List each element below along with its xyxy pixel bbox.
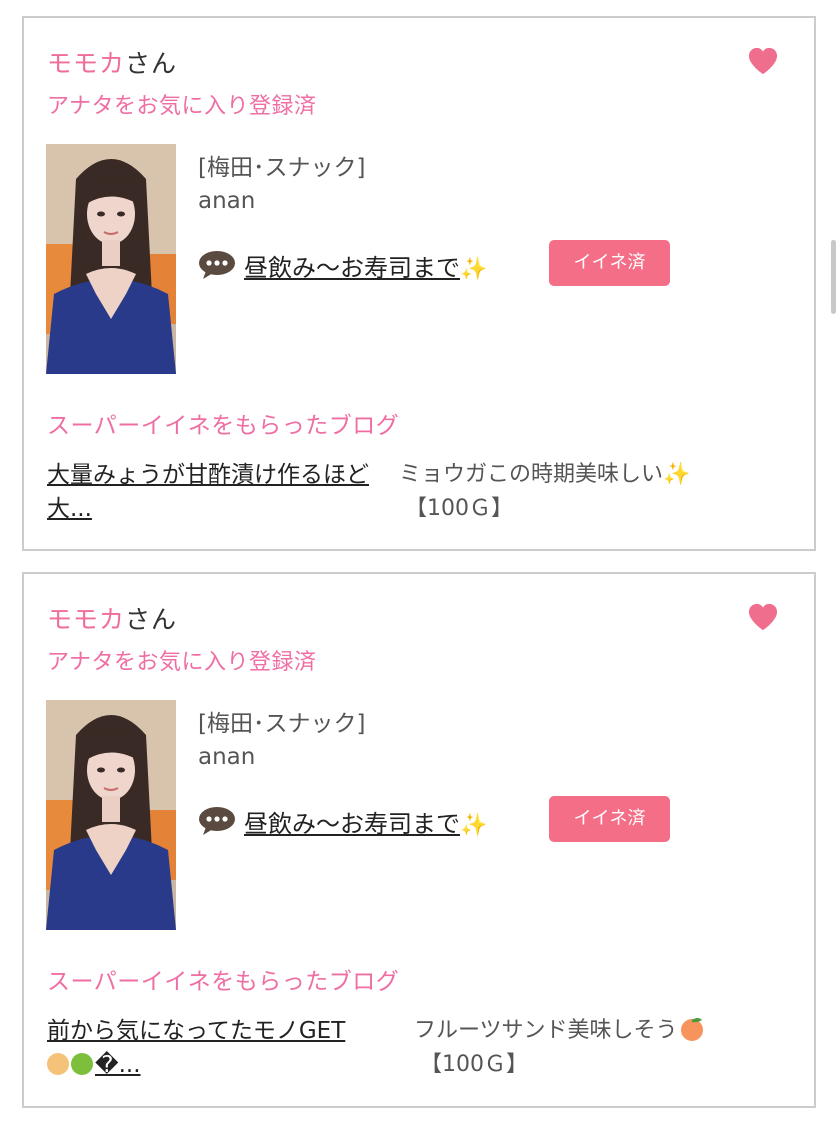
shop-label: [梅田･スナック] (198, 155, 366, 181)
blog-description: ミョウガこの時期美味しい✨ 【100Ｇ】 (399, 458, 779, 526)
blog-desc-text: フルーツサンド美味しそう (414, 1018, 678, 1043)
user-suffix: さん (125, 605, 178, 634)
user-name[interactable]: モモカ (47, 605, 125, 634)
favorite-status: アナタをお気に入り登録済 (47, 94, 317, 119)
blog-title-tail: �... (95, 1052, 141, 1078)
cake-emoji-icon (47, 1053, 69, 1075)
blog-title-link[interactable]: 大量みょうが甘酢漬け作るほど大... (47, 458, 387, 526)
speech-bubble-icon (199, 251, 235, 279)
blog-title-text: 前から気になってたモノGET (47, 1018, 346, 1044)
like-done-button[interactable]: イイネ済 (549, 796, 670, 842)
blog-heading: スーパーイイネをもらったブログ (47, 969, 400, 995)
comment-link[interactable]: 昼飲み〜お寿司まで✨ (244, 248, 487, 283)
blog-price: 【100Ｇ】 (405, 496, 513, 521)
heart-icon[interactable] (748, 46, 778, 76)
sparkles-emoji: ✨ (460, 257, 488, 282)
scrollbar[interactable] (831, 240, 836, 314)
user-line: モモカさん (47, 600, 177, 636)
kiwi-emoji-icon (71, 1053, 93, 1075)
cast-photo[interactable] (46, 700, 176, 930)
cast-name: anan (198, 744, 256, 770)
peach-emoji-icon (680, 1018, 703, 1041)
comment-link[interactable]: 昼飲み〜お寿司まで✨ (244, 804, 487, 839)
blog-description: フルーツサンド美味しそう 【100Ｇ】 (414, 1014, 794, 1082)
blog-desc-text: ミョウガこの時期美味しい✨ (399, 462, 691, 487)
cast-photo[interactable] (46, 144, 176, 374)
blog-title-link[interactable]: 前から気になってたモノGET �... (47, 1014, 387, 1082)
speech-bubble-icon (199, 807, 235, 835)
shop-label: [梅田･スナック] (198, 711, 366, 737)
like-card: モモカさん アナタをお気に入り登録済 [梅田･スナック] anan 昼飲み〜お寿… (22, 16, 816, 551)
favorite-status: アナタをお気に入り登録済 (47, 650, 317, 675)
user-suffix: さん (125, 49, 178, 78)
user-line: モモカさん (47, 44, 177, 80)
comment-text: 昼飲み〜お寿司まで (244, 254, 460, 282)
blog-price: 【100Ｇ】 (420, 1052, 528, 1077)
user-name[interactable]: モモカ (47, 49, 125, 78)
sparkles-emoji: ✨ (460, 813, 488, 838)
like-card: モモカさん アナタをお気に入り登録済 [梅田･スナック] anan 昼飲み〜お寿… (22, 572, 816, 1108)
like-done-button[interactable]: イイネ済 (549, 240, 670, 286)
heart-icon[interactable] (748, 602, 778, 632)
blog-heading: スーパーイイネをもらったブログ (47, 413, 400, 439)
cast-name: anan (198, 188, 256, 214)
comment-text: 昼飲み〜お寿司まで (244, 810, 460, 838)
